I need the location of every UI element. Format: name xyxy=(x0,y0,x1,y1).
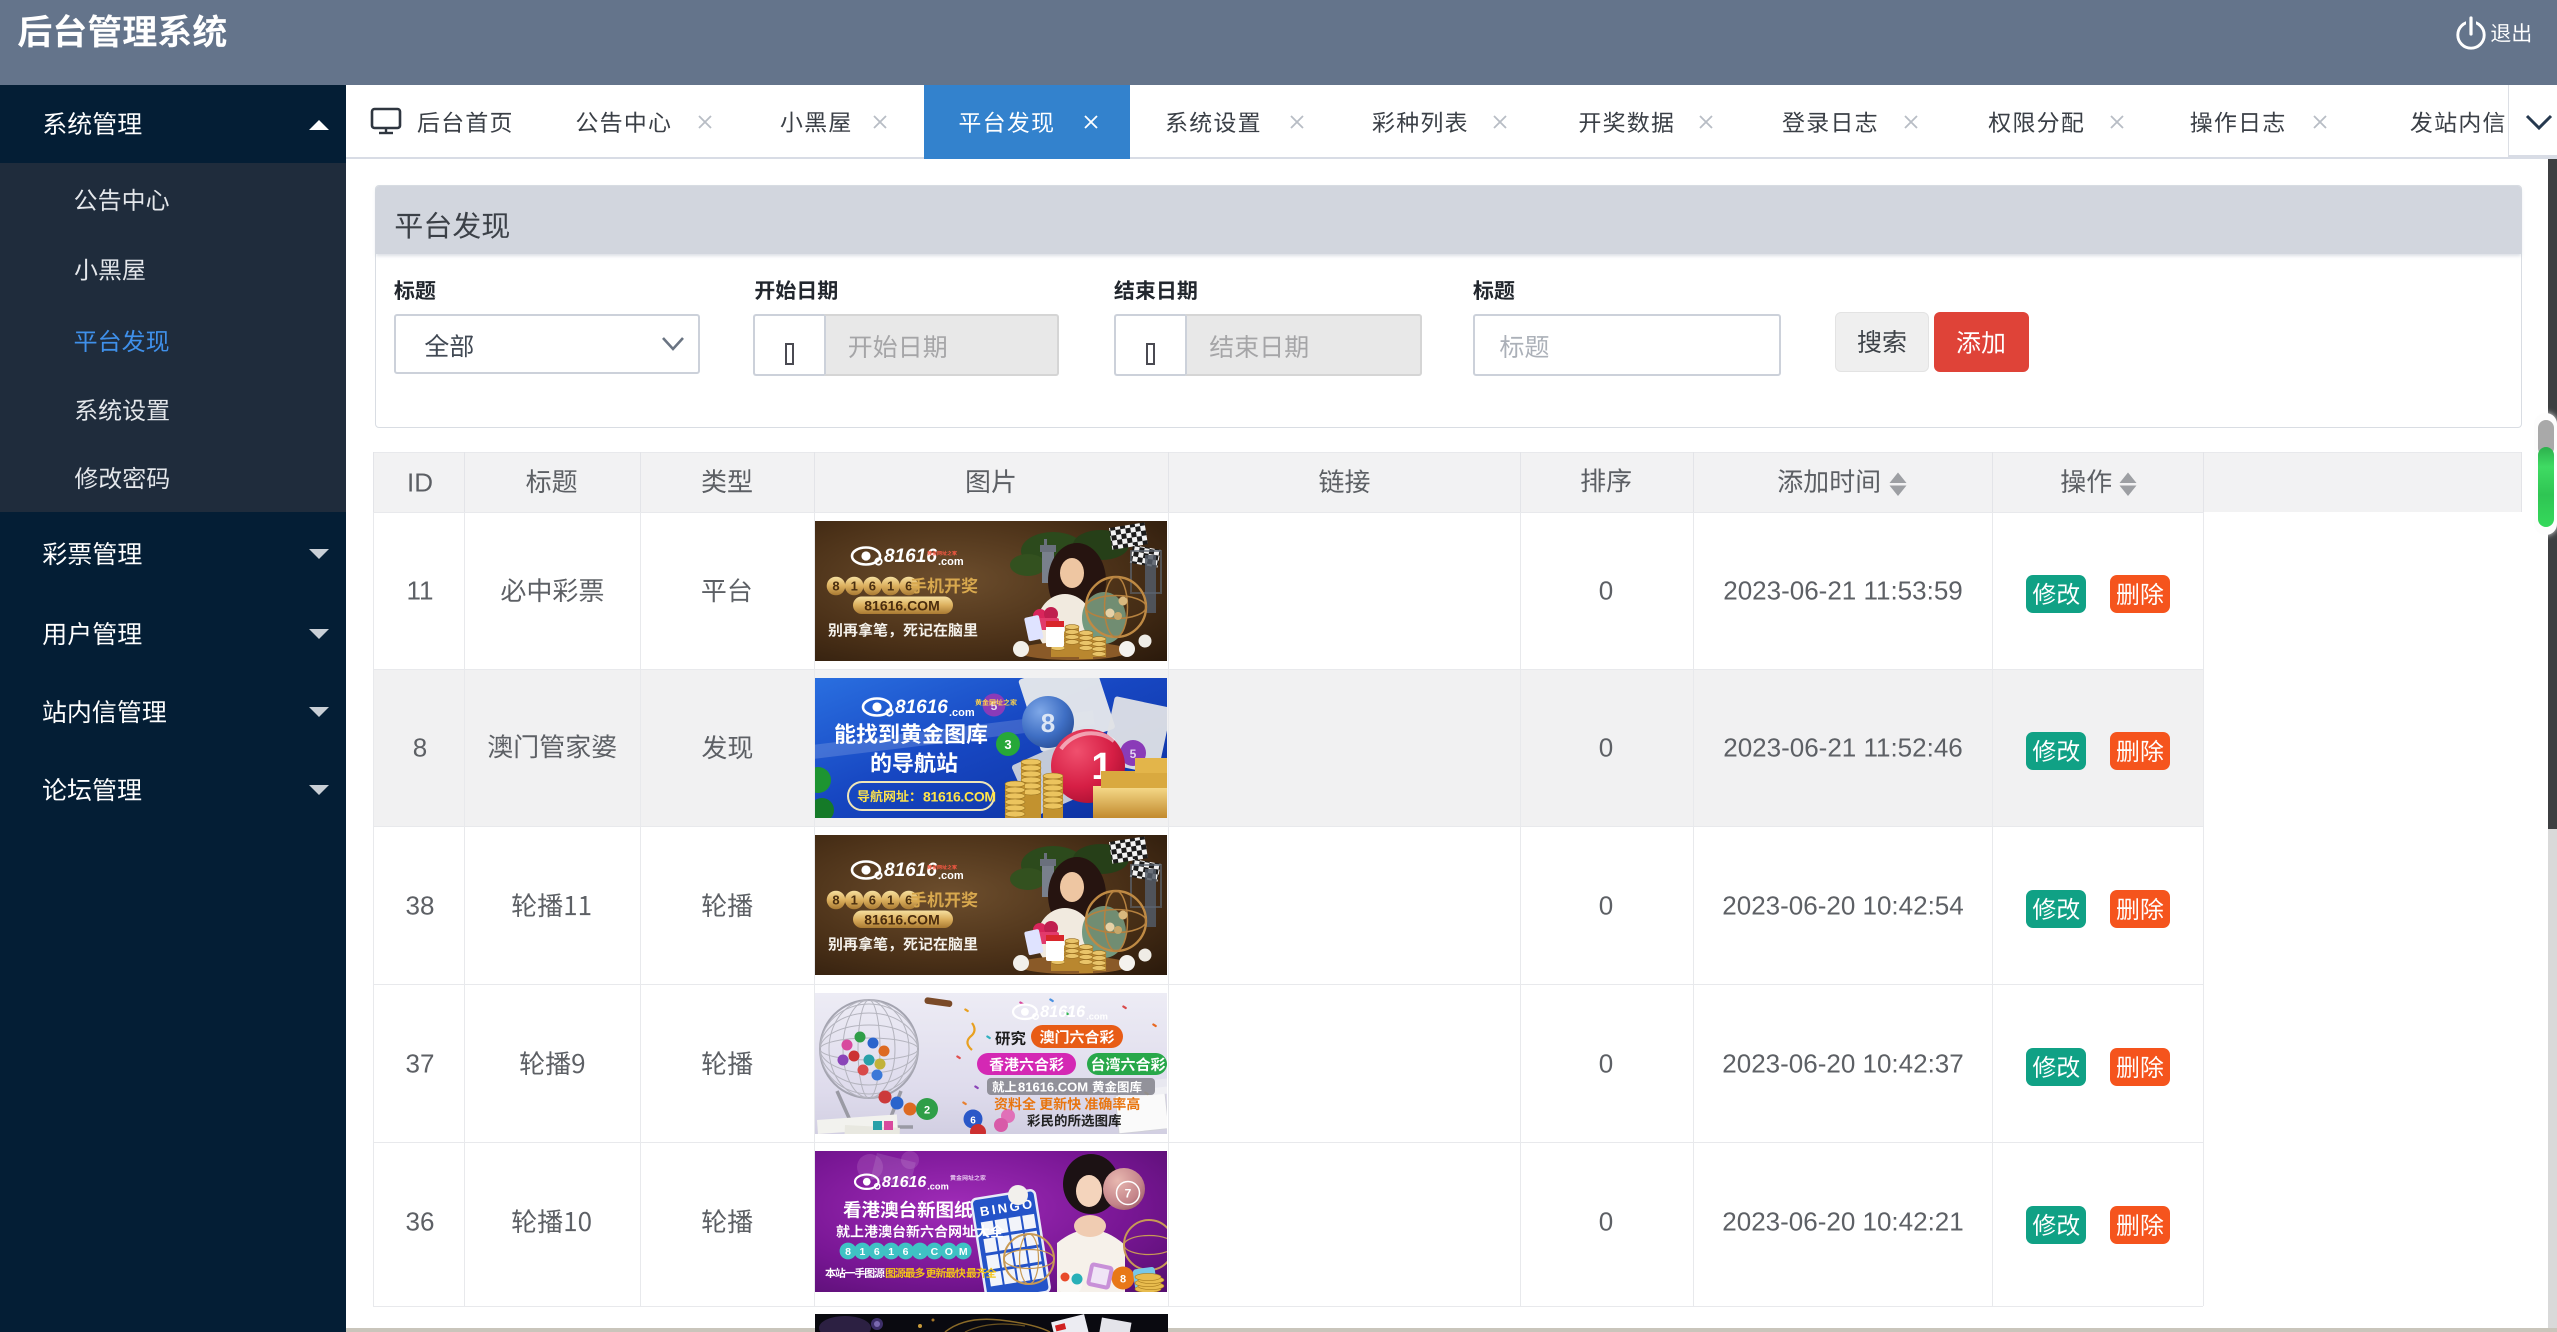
svg-text:6: 6 xyxy=(905,893,912,908)
svg-text:2: 2 xyxy=(924,1105,930,1117)
svg-text:8: 8 xyxy=(845,1246,851,1258)
svg-text:6: 6 xyxy=(869,579,876,594)
svg-text:.: . xyxy=(919,1246,922,1258)
svg-text:1: 1 xyxy=(887,579,894,594)
svg-text:81616: 81616 xyxy=(882,1174,926,1191)
svg-text:8: 8 xyxy=(832,893,839,908)
svg-text:.com: .com xyxy=(938,556,964,568)
svg-text:6: 6 xyxy=(905,579,912,594)
svg-text:81616: 81616 xyxy=(884,546,937,567)
svg-text:81616: 81616 xyxy=(1040,1003,1086,1021)
svg-text:1: 1 xyxy=(859,1246,865,1258)
svg-text:6: 6 xyxy=(869,893,876,908)
svg-text:1: 1 xyxy=(851,893,858,908)
svg-text:81616.COM: 81616.COM xyxy=(864,912,939,928)
svg-text:O: O xyxy=(945,1246,953,1258)
svg-text:1: 1 xyxy=(888,1246,894,1258)
svg-text:.com: .com xyxy=(938,870,964,882)
svg-text:6: 6 xyxy=(903,1246,909,1258)
svg-text:81616: 81616 xyxy=(895,697,948,718)
svg-text:81616.COM: 81616.COM xyxy=(864,598,939,614)
svg-text:8: 8 xyxy=(832,579,839,594)
svg-text:8: 8 xyxy=(1120,1274,1126,1286)
svg-text:7: 7 xyxy=(1125,1187,1132,1201)
svg-text:8: 8 xyxy=(1041,708,1055,738)
svg-text:1: 1 xyxy=(851,579,858,594)
svg-text:.com: .com xyxy=(927,1181,949,1191)
svg-text:6: 6 xyxy=(874,1246,880,1258)
svg-text:3: 3 xyxy=(1004,737,1011,752)
svg-text:81616.COM: 81616.COM xyxy=(1018,1080,1088,1095)
svg-text:.com: .com xyxy=(949,707,975,719)
svg-text:C: C xyxy=(931,1246,939,1258)
svg-text:1: 1 xyxy=(887,893,894,908)
svg-text:81616: 81616 xyxy=(884,860,937,881)
svg-text:81616.COM: 81616.COM xyxy=(923,789,996,805)
svg-text:.com: .com xyxy=(1086,1011,1108,1021)
svg-text:M: M xyxy=(959,1246,968,1258)
